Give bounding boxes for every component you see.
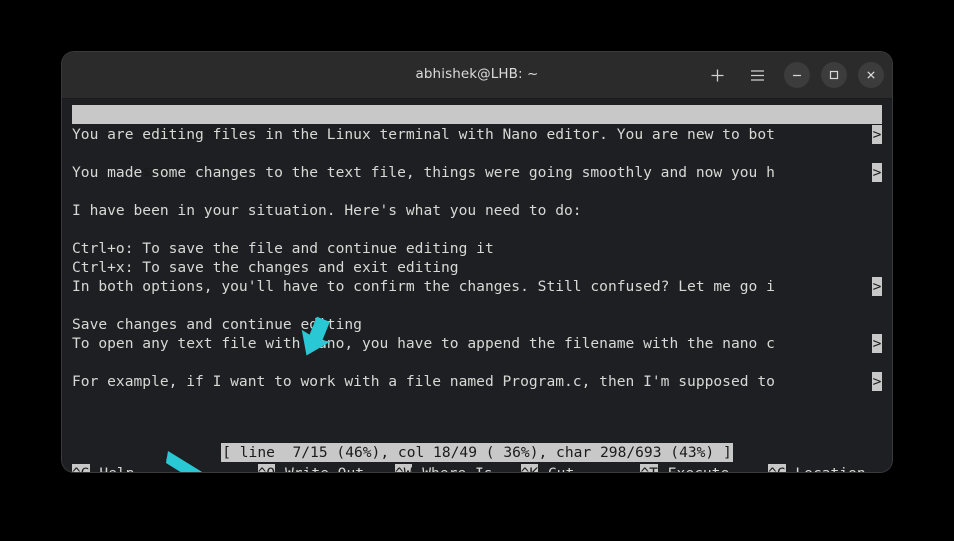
editor-line: You made some changes to the text file, … — [72, 163, 882, 182]
shortcut-label: Execute — [658, 464, 730, 472]
shortcut-label: Where Is — [412, 464, 492, 472]
shortcut-row-1: ^G Help^O Write Out^W Where Is^K Cut^T E… — [72, 464, 884, 472]
line-continuation-marker: > — [872, 334, 882, 353]
shortcut-label: Location — [786, 464, 865, 472]
shortcut-key: ^C — [767, 464, 786, 472]
line-continuation-marker: > — [872, 163, 882, 182]
shortcut-key: ^G — [72, 464, 90, 472]
shortcut-where-is[interactable]: ^W Where Is — [394, 464, 521, 472]
nano-header-bar: GNU nano 7.2 sample.txt — [72, 105, 882, 180]
hamburger-menu-icon[interactable] — [744, 62, 770, 88]
shortcut-execute[interactable]: ^T Execute — [640, 464, 768, 472]
shortcut-cut[interactable]: ^K Cut — [520, 464, 641, 472]
editor-line: You are editing files in the Linux termi… — [72, 125, 882, 144]
editor-line: Ctrl+x: To save the changes and exit edi… — [72, 259, 459, 276]
screenshot-root: abhishek@LHB: ~ GNU nano 7.2 sample.txt … — [0, 0, 954, 541]
line-continuation-marker: > — [872, 277, 882, 296]
shortcut-label: Cut — [538, 464, 574, 472]
shortcut-key: ^W — [394, 464, 413, 472]
editor-line: Ctrl+o: To save the file and continue ed… — [72, 240, 494, 257]
editor-line: In both options, you'll have to confirm … — [72, 277, 882, 296]
close-button[interactable] — [858, 62, 884, 88]
shortcut-key: ^O — [257, 464, 276, 472]
shortcut-location[interactable]: ^C Location — [767, 464, 884, 472]
nano-edit-area[interactable]: You are editing files in the Linux termi… — [62, 125, 892, 415]
line-continuation-marker: > — [872, 372, 882, 391]
shortcut-key: ^T — [640, 464, 658, 472]
editor-line: To open any text file with nano, you hav… — [72, 334, 882, 353]
editor-line: I have been in your situation. Here's wh… — [72, 202, 582, 219]
line-continuation-marker: > — [872, 125, 882, 144]
shortcut-label: Write Out — [275, 464, 364, 472]
shortcut-write-out[interactable]: ^O Write Out — [257, 464, 395, 472]
maximize-button[interactable] — [821, 62, 847, 88]
nano-shortcut-bar: ^G Help^O Write Out^W Where Is^K Cut^T E… — [72, 464, 884, 472]
nano-status-line: [ line 7/15 (46%), col 18/49 ( 36%), cha… — [62, 443, 892, 462]
minimize-button[interactable] — [784, 62, 810, 88]
shortcut-key: ^K — [520, 464, 539, 472]
nano-status-text: [ line 7/15 (46%), col 18/49 ( 36%), cha… — [221, 443, 733, 462]
new-tab-icon[interactable] — [704, 62, 730, 88]
shortcut-help[interactable]: ^G Help — [72, 464, 258, 472]
editor-line: For example, if I want to work with a fi… — [72, 372, 882, 391]
editor-line: Save changes and continue editing — [72, 316, 362, 333]
terminal-content[interactable]: GNU nano 7.2 sample.txt You are editing … — [62, 99, 892, 472]
window-titlebar: abhishek@LHB: ~ — [62, 52, 892, 99]
terminal-window: abhishek@LHB: ~ GNU nano 7.2 sample.txt … — [62, 52, 892, 472]
shortcut-label: Help — [90, 464, 134, 472]
